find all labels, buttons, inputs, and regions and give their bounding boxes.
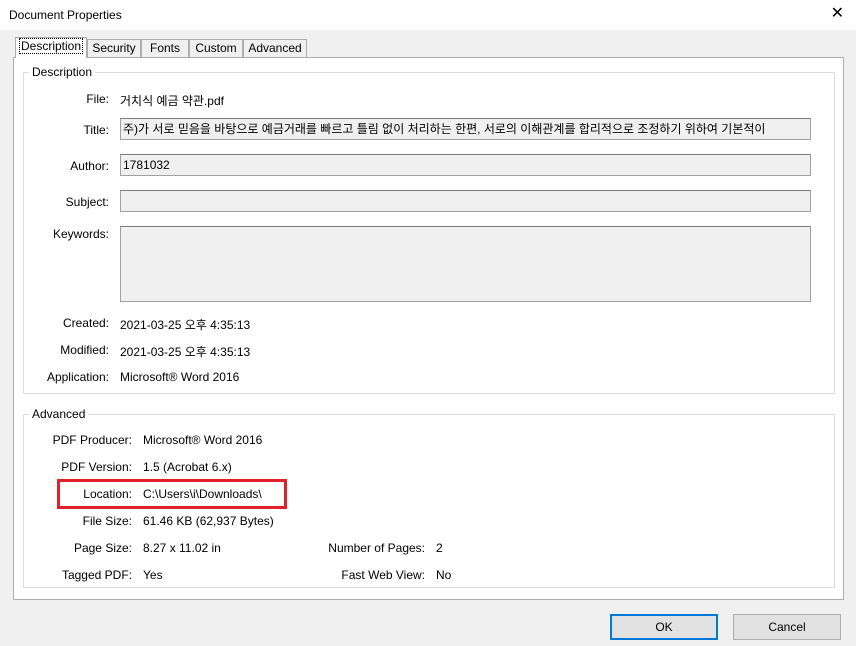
filesize-value: 61.46 KB (62,937 Bytes) (143, 514, 274, 528)
ok-button[interactable]: OK (610, 614, 718, 640)
title-label: Title: (83, 123, 109, 137)
tagged-label: Tagged PDF: (61, 568, 132, 582)
application-value: Microsoft® Word 2016 (120, 370, 240, 384)
pagesize-label: Page Size: (73, 541, 132, 555)
modified-value: 2021-03-25 오후 4:35:13 (120, 345, 251, 359)
description-group: Description File: 거치식 예금 약관.pdf Title: 주… (23, 65, 835, 394)
modified-label: Modified: (60, 343, 109, 357)
advanced-group: Advanced PDF Producer: Microsoft® Word 2… (23, 407, 835, 588)
producer-value: Microsoft® Word 2016 (143, 433, 263, 447)
window-title: Document Properties (9, 8, 122, 22)
subject-field[interactable] (120, 190, 811, 212)
cancel-button[interactable]: Cancel (733, 614, 841, 640)
version-label: PDF Version: (61, 460, 132, 474)
application-label: Application: (46, 370, 109, 384)
author-field[interactable]: 1781032 (120, 154, 811, 176)
subject-label: Subject: (65, 195, 109, 209)
pagesize-value: 8.27 x 11.02 in (143, 541, 221, 555)
close-icon[interactable]: ✕ (831, 5, 844, 23)
file-label: File: (86, 92, 109, 106)
keywords-label: Keywords: (52, 227, 109, 241)
title-field[interactable]: 주)가 서로 믿음을 바탕으로 예금거래를 빠르고 틀림 없이 처리하는 한편,… (120, 118, 811, 140)
title-bar: Document Properties ✕ (0, 0, 856, 30)
location-label: Location: (83, 487, 132, 501)
tab-custom[interactable]: Custom (189, 39, 243, 57)
author-label: Author: (70, 159, 109, 173)
fastweb-label: Fast Web View: (341, 568, 425, 582)
keywords-field[interactable] (120, 226, 811, 302)
fastweb-value: No (436, 568, 452, 582)
tab-fonts[interactable]: Fonts (141, 39, 189, 57)
tab-security[interactable]: Security (87, 39, 141, 57)
location-value: C:\Users\i\Downloads\ (143, 487, 262, 501)
producer-label: PDF Producer: (52, 433, 132, 447)
description-group-label: Description (29, 65, 96, 79)
tab-panel: Description File: 거치식 예금 약관.pdf Title: 주… (13, 57, 844, 600)
advanced-group-label: Advanced (29, 407, 89, 421)
filesize-label: File Size: (82, 514, 132, 528)
created-value: 2021-03-25 오후 4:35:13 (120, 318, 251, 332)
created-label: Created: (62, 316, 109, 330)
tagged-value: Yes (143, 568, 163, 582)
numpages-label: Number of Pages: (328, 541, 425, 555)
tab-advanced[interactable]: Advanced (243, 39, 307, 57)
file-value: 거치식 예금 약관.pdf (120, 94, 224, 108)
version-value: 1.5 (Acrobat 6.x) (143, 460, 232, 474)
tab-description[interactable]: Description (15, 37, 87, 58)
numpages-value: 2 (436, 541, 443, 555)
